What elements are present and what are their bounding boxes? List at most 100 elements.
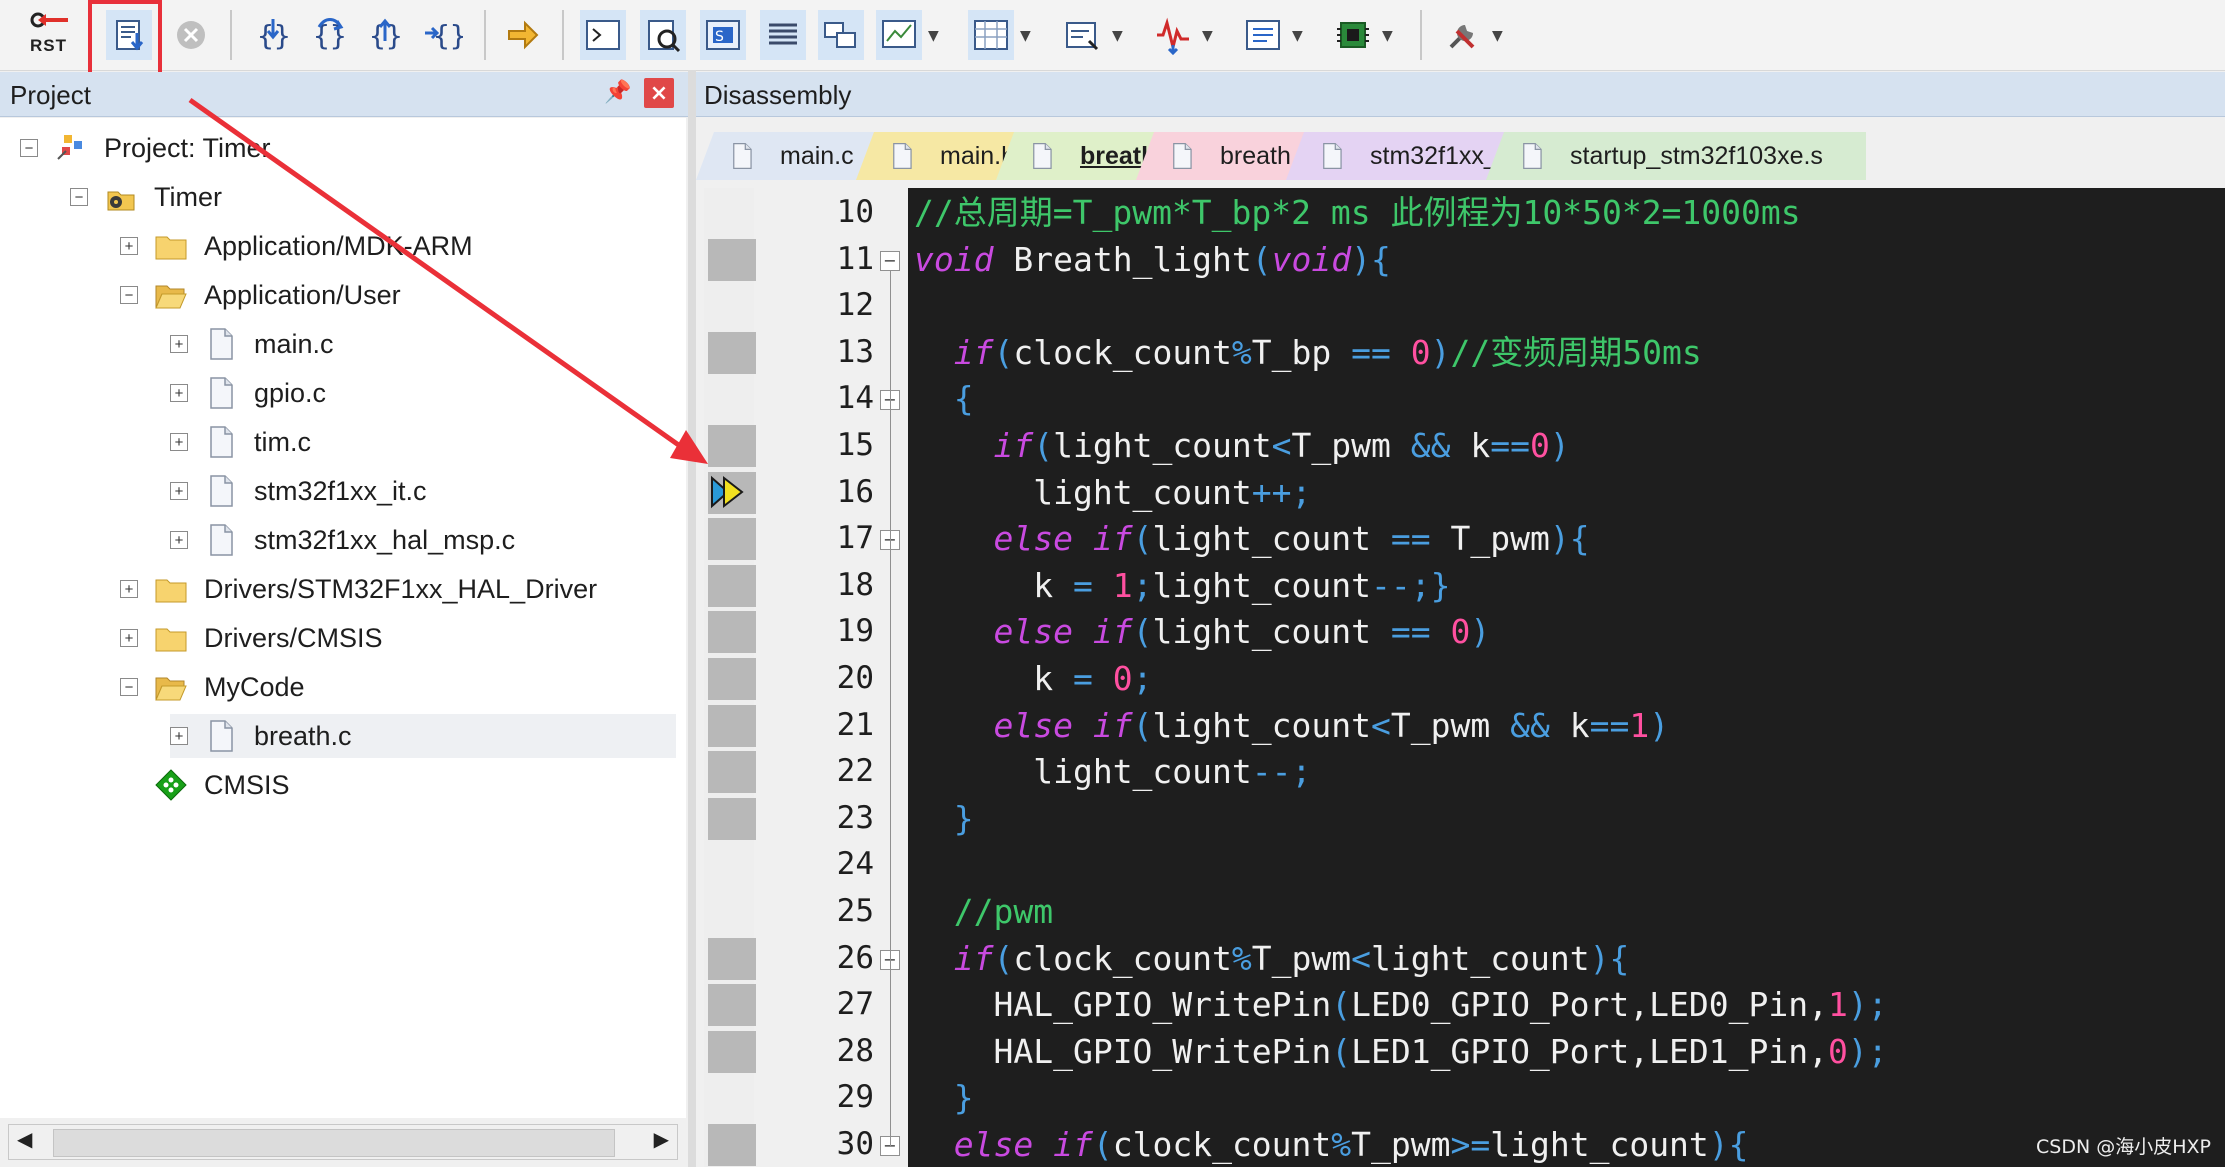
executable-line-marker[interactable]: [708, 704, 756, 747]
collapse-icon[interactable]: −: [120, 678, 138, 696]
tree-item[interactable]: + breath.c: [170, 714, 676, 758]
step-out-button[interactable]: {}: [362, 10, 408, 60]
tree-item[interactable]: + Drivers/STM32F1xx_HAL_Driver: [120, 567, 597, 611]
executable-line-marker[interactable]: [708, 238, 756, 281]
tree-item[interactable]: + tim.c: [170, 420, 311, 464]
dropdown-arrow-icon[interactable]: ▼: [1020, 28, 1031, 44]
tree-item[interactable]: CMSIS: [120, 763, 290, 807]
system-viewer-button[interactable]: [1330, 10, 1376, 60]
code-line[interactable]: //pwm: [914, 889, 1053, 935]
executable-line-marker[interactable]: [708, 658, 756, 700]
code-line[interactable]: light_count--;: [914, 749, 1311, 795]
code-line[interactable]: k = 0;: [914, 656, 1152, 702]
tab-stm32f1xx-it-c[interactable]: stm32f1xx_it.c: [1286, 132, 1506, 180]
tree-item[interactable]: + Application/MDK-ARM: [120, 224, 473, 268]
registers-window-button[interactable]: [760, 10, 806, 60]
stop-button[interactable]: [168, 10, 214, 60]
close-panel-button[interactable]: ×: [644, 78, 674, 108]
executable-line-marker[interactable]: [708, 611, 756, 654]
collapse-icon[interactable]: −: [70, 188, 88, 206]
code-line[interactable]: HAL_GPIO_WritePin(LED1_GPIO_Port,LED1_Pi…: [914, 1029, 1887, 1075]
trace-window-button[interactable]: [1240, 10, 1286, 60]
executable-line-marker[interactable]: [708, 1124, 756, 1166]
tree-item[interactable]: + main.c: [170, 322, 334, 366]
executable-line-marker[interactable]: [708, 425, 756, 467]
code-line[interactable]: }: [914, 1075, 974, 1121]
collapse-icon[interactable]: −: [120, 286, 138, 304]
code-line[interactable]: else if(clock_count%T_pwm>=light_count){: [914, 1122, 1749, 1167]
dropdown-arrow-icon[interactable]: ▼: [1112, 28, 1123, 44]
code-line[interactable]: //总周期=T_pwm*T_bp*2 ms 此例程为10*50*2=1000ms: [914, 190, 1801, 236]
code-line[interactable]: if(clock_count%T_bp == 0)//变频周期50ms: [914, 330, 1702, 376]
tree-item[interactable]: − MyCode: [120, 665, 305, 709]
code-line[interactable]: k = 1;light_count--;}: [914, 563, 1450, 609]
code-line[interactable]: else if(light_count == 0): [914, 609, 1490, 655]
code-line[interactable]: else if(light_count<T_pwm && k==1): [914, 703, 1669, 749]
disassembly-window-button[interactable]: [640, 10, 686, 60]
scrollbar-thumb[interactable]: [53, 1129, 615, 1157]
serial-window-button[interactable]: [1060, 10, 1106, 60]
code-line[interactable]: light_count++;: [914, 470, 1311, 516]
call-stack-window-button[interactable]: [818, 10, 864, 60]
code-editor[interactable]: 1011−121314−151617−181920212223242526−27…: [704, 188, 2225, 1167]
watch-window-button[interactable]: [876, 10, 922, 60]
code-line[interactable]: if(light_count<T_pwm && k==0): [914, 423, 1569, 469]
code-line[interactable]: void Breath_light(void){: [914, 237, 1391, 283]
expand-icon[interactable]: +: [170, 531, 188, 549]
dropdown-arrow-icon[interactable]: ▼: [1492, 28, 1503, 44]
step-over-button[interactable]: {}: [306, 10, 352, 60]
analysis-window-button[interactable]: [1150, 10, 1196, 60]
expand-icon[interactable]: +: [170, 482, 188, 500]
expand-icon[interactable]: +: [170, 727, 188, 745]
scroll-right-icon[interactable]: ▶: [654, 1127, 669, 1151]
dropdown-arrow-icon[interactable]: ▼: [1292, 28, 1303, 44]
tree-item[interactable]: − Application/User: [120, 273, 401, 317]
executable-line-marker[interactable]: [708, 751, 756, 794]
code-line[interactable]: if(clock_count%T_pwm<light_count){: [914, 936, 1630, 982]
tab-breath-h[interactable]: breath.h: [1136, 132, 1306, 180]
tree-item[interactable]: − Project: Timer: [20, 126, 271, 170]
pin-icon[interactable]: 📌: [604, 80, 631, 105]
executable-line-marker[interactable]: [708, 331, 756, 374]
executable-line-marker[interactable]: [708, 937, 756, 980]
tree-item[interactable]: + stm32f1xx_it.c: [170, 469, 427, 513]
dropdown-arrow-icon[interactable]: ▼: [928, 28, 939, 44]
panel-splitter[interactable]: [688, 70, 696, 1167]
code-area[interactable]: //总周期=T_pwm*T_bp*2 ms 此例程为10*50*2=1000ms…: [910, 188, 2225, 1167]
executable-line-marker[interactable]: [708, 518, 756, 561]
expand-icon[interactable]: +: [170, 335, 188, 353]
executable-line-marker[interactable]: [708, 1030, 756, 1073]
command-window-button[interactable]: [580, 10, 626, 60]
disassembly-panel-header[interactable]: Disassembly: [696, 72, 2225, 117]
code-line[interactable]: }: [914, 796, 974, 842]
show-next-statement-button[interactable]: [500, 10, 546, 60]
executable-line-marker[interactable]: [708, 564, 756, 607]
expand-icon[interactable]: +: [120, 580, 138, 598]
tree-item[interactable]: + Drivers/CMSIS: [120, 616, 383, 660]
executable-line-marker[interactable]: [708, 984, 756, 1027]
code-line[interactable]: {: [914, 376, 974, 422]
collapse-icon[interactable]: −: [20, 139, 38, 157]
memory-window-button[interactable]: [968, 10, 1014, 60]
expand-icon[interactable]: +: [170, 433, 188, 451]
expand-icon[interactable]: +: [120, 237, 138, 255]
reset-cpu-button[interactable]: RST: [28, 10, 78, 60]
tree-item[interactable]: − Timer: [70, 175, 222, 219]
dropdown-arrow-icon[interactable]: ▼: [1382, 28, 1393, 44]
tab-main-h[interactable]: main.h: [856, 132, 1016, 180]
executable-line-marker[interactable]: [708, 797, 756, 840]
symbols-window-button[interactable]: S: [700, 10, 746, 60]
project-horizontal-scrollbar[interactable]: ◀ ▶: [8, 1124, 678, 1160]
code-line[interactable]: HAL_GPIO_WritePin(LED0_GPIO_Port,LED0_Pi…: [914, 982, 1887, 1028]
code-line[interactable]: else if(light_count == T_pwm){: [914, 516, 1589, 562]
toolbox-button[interactable]: [1440, 10, 1486, 60]
fold-collapse-icon[interactable]: −: [880, 250, 900, 271]
tab-startup-stm32f103xe-s[interactable]: startup_stm32f103xe.s: [1486, 132, 1866, 180]
tree-item[interactable]: + gpio.c: [170, 371, 326, 415]
tree-item[interactable]: + stm32f1xx_hal_msp.c: [170, 518, 515, 562]
tab-breath-c[interactable]: breath.c: [996, 132, 1156, 180]
step-into-button[interactable]: {}: [250, 10, 296, 60]
run-to-cursor-button[interactable]: {}: [420, 10, 466, 60]
expand-icon[interactable]: +: [120, 629, 138, 647]
scroll-left-icon[interactable]: ◀: [17, 1127, 32, 1151]
